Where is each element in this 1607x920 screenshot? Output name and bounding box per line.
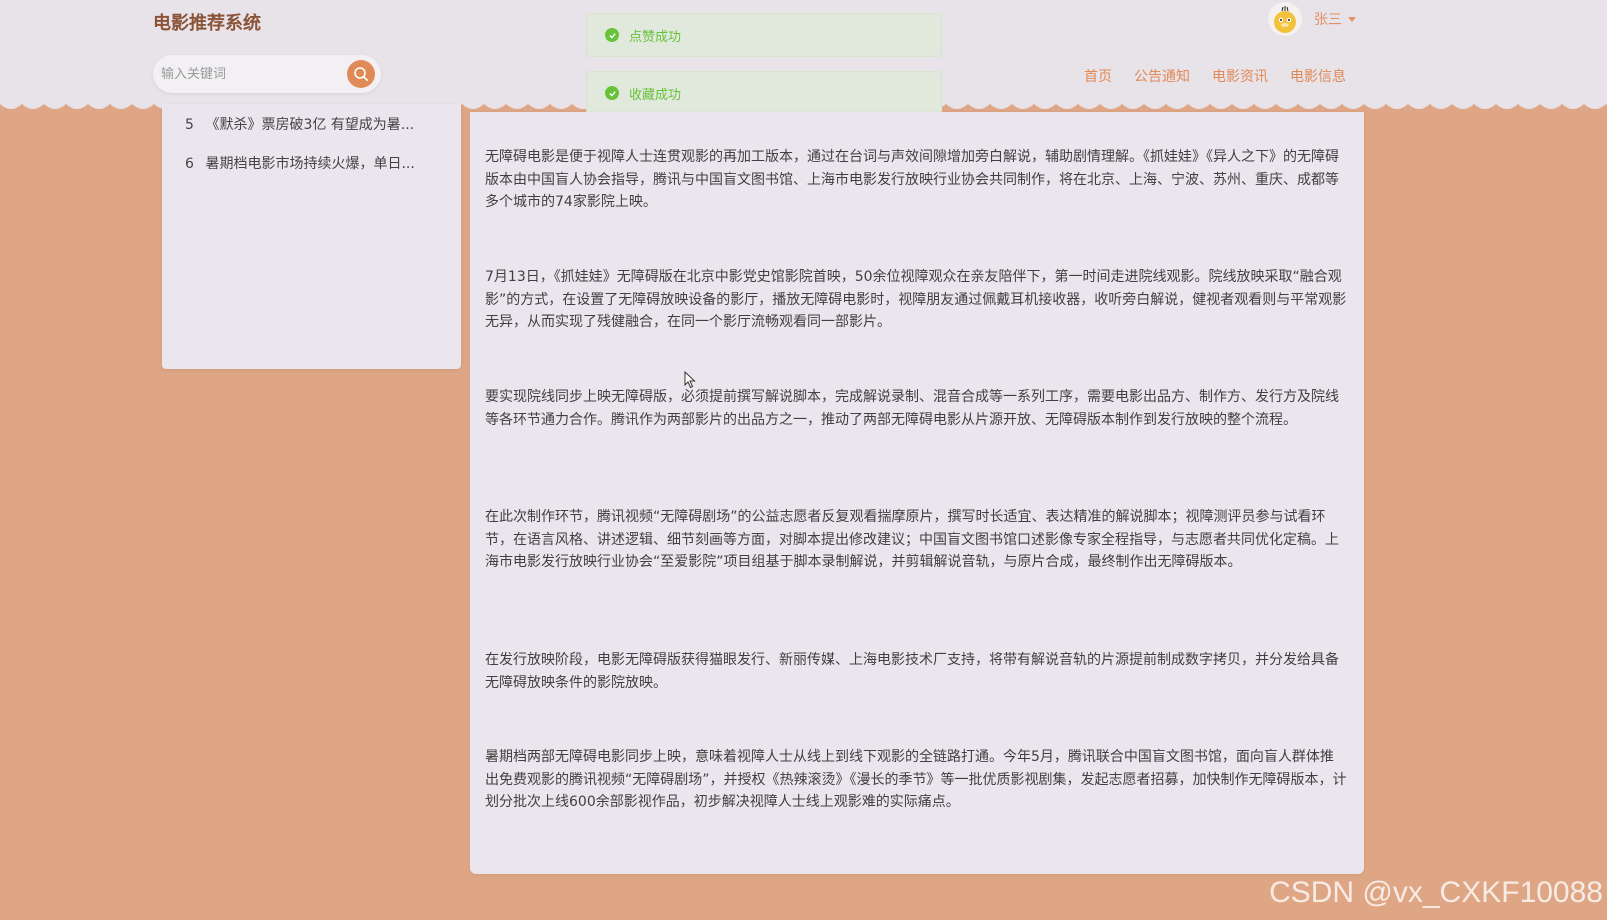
article-paragraph: 要实现院线同步上映无障碍版，必须提前撰写解说脚本，完成解说录制、混音合成等一系列… bbox=[485, 389, 1339, 428]
article-paragraph: 暑期档两部无障碍电影同步上映，意味着视障人士从线上到线下观影的全链路打通。今年5… bbox=[485, 749, 1347, 810]
article-paragraph: 在此次制作环节，腾讯视频“无障碍剧场”的公益志愿者反复观看揣摩原片，撰写时长适宜… bbox=[485, 509, 1339, 570]
search-box bbox=[153, 55, 381, 93]
search-icon bbox=[354, 67, 368, 81]
toast-like-success: 点赞成功 bbox=[586, 13, 942, 57]
news-sidebar: 5 《默杀》票房破3亿 有望成为暑... 6 暑期档电影市场持续火爆，单日... bbox=[162, 104, 461, 369]
nav-movie-info[interactable]: 电影信息 bbox=[1290, 66, 1346, 86]
check-circle-icon bbox=[605, 86, 619, 100]
item-index: 6 bbox=[185, 156, 194, 172]
check-circle-icon bbox=[605, 28, 619, 42]
nav-announcements[interactable]: 公告通知 bbox=[1134, 66, 1190, 86]
search-button[interactable] bbox=[347, 60, 375, 88]
nav-movie-news[interactable]: 电影资讯 bbox=[1212, 66, 1268, 86]
duck-avatar-icon bbox=[1274, 6, 1296, 33]
mouse-cursor-icon bbox=[684, 371, 696, 389]
item-index: 5 bbox=[185, 117, 194, 133]
search-input[interactable] bbox=[161, 63, 341, 85]
avatar[interactable] bbox=[1268, 2, 1302, 36]
caret-down-icon[interactable] bbox=[1348, 16, 1356, 22]
item-title[interactable]: 《默杀》票房破3亿 有望成为暑... bbox=[205, 117, 414, 133]
toast-text: 点赞成功 bbox=[629, 29, 682, 45]
toast-favorite-success: 收藏成功 bbox=[586, 71, 942, 115]
user-menu[interactable]: 张三 bbox=[1268, 0, 1356, 38]
toast-text: 收藏成功 bbox=[629, 87, 682, 103]
username[interactable]: 张三 bbox=[1314, 9, 1342, 29]
nav-home[interactable]: 首页 bbox=[1084, 66, 1112, 86]
main-nav: 首页 公告通知 电影资讯 电影信息 bbox=[1084, 66, 1368, 86]
article-paragraph: 无障碍电影是便于视障人士连贯观影的再加工版本，通过在台词与声效间隙增加旁白解说，… bbox=[485, 149, 1339, 210]
list-item[interactable]: 6 暑期档电影市场持续火爆，单日... bbox=[185, 153, 425, 173]
article-paragraph: 在发行放映阶段，电影无障碍版获得猫眼发行、新丽传媒、上海电影技术厂支持，将带有解… bbox=[485, 652, 1339, 691]
watermark: CSDN @vx_CXKF10088 bbox=[1269, 876, 1603, 909]
article-paragraph: 7月13日，《抓娃娃》无障碍版在北京中影党史馆影院首映，50余位视障观众在亲友陪… bbox=[485, 269, 1347, 330]
article-body: 无障碍电影是便于视障人士连贯观影的再加工版本，通过在台词与声效间隙增加旁白解说，… bbox=[470, 112, 1364, 874]
list-item[interactable]: 5 《默杀》票房破3亿 有望成为暑... bbox=[185, 114, 425, 134]
item-title[interactable]: 暑期档电影市场持续火爆，单日... bbox=[205, 156, 414, 172]
app-title: 电影推荐系统 bbox=[153, 13, 261, 34]
